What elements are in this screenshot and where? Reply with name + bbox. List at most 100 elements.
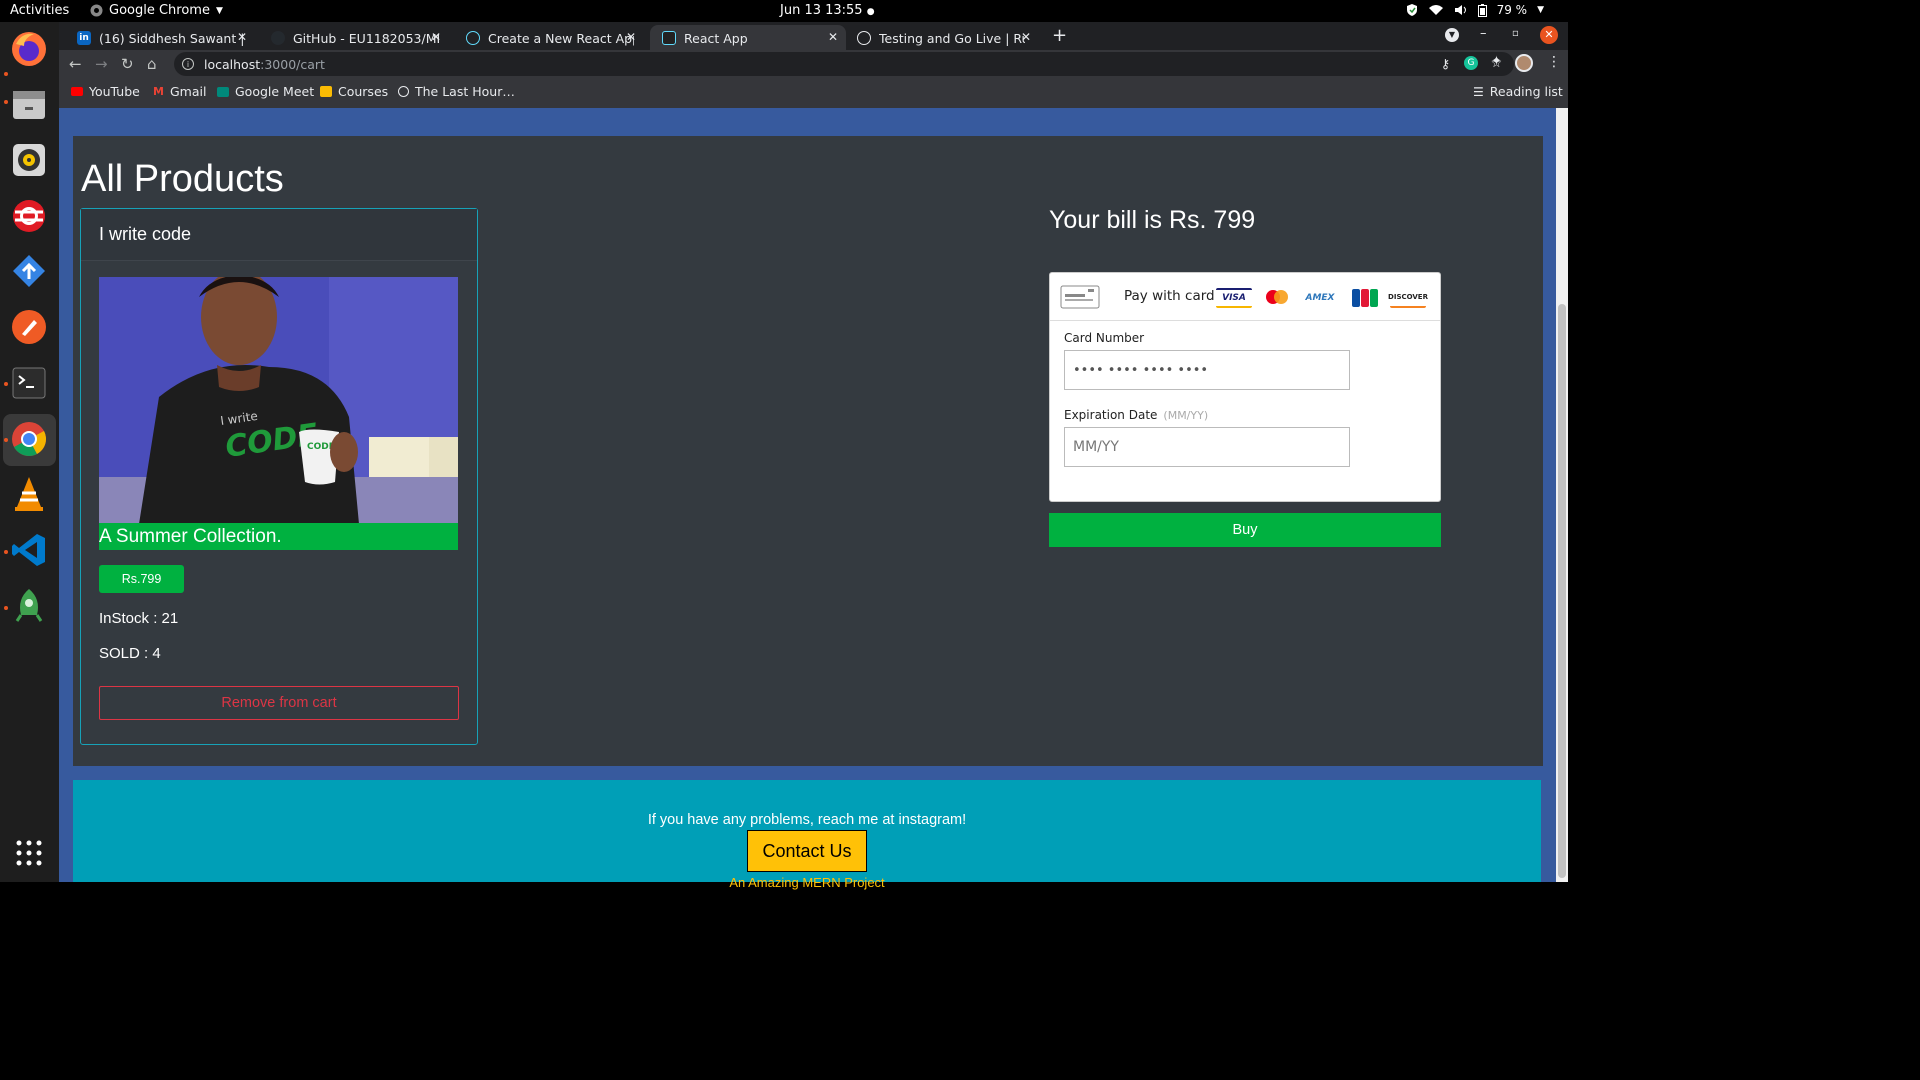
back-icon[interactable]: ← [69,55,82,73]
footer-message: If you have any problems, reach me at in… [647,812,967,828]
page-viewport: All Products I write code I write CODE C… [59,108,1556,890]
app-name: Google Chrome [109,3,210,18]
chevron-down-icon: ▼ [215,5,223,16]
key-icon[interactable]: ⚷ [1441,56,1450,71]
minimize-button[interactable]: – [1480,26,1487,41]
react-icon [662,31,676,45]
react-icon [466,31,480,45]
bookmark-last-hour[interactable]: The Last Hour… [398,84,515,99]
running-indicator [4,438,8,442]
expiry-input[interactable]: MM/YY [1064,427,1350,467]
card-number-input[interactable]: •••• •••• •••• •••• [1064,350,1350,390]
tab-strip: in (16) Siddhesh Sawant | Lin ✕ GitHub -… [59,22,1568,51]
vscode-icon[interactable] [10,531,48,569]
close-icon[interactable]: ✕ [828,30,838,44]
github-icon [271,31,285,45]
bookmark-google-meet[interactable]: Google Meet [217,84,314,99]
expiry-label: Expiration Date (MM/YY) [1064,408,1208,422]
maximize-button[interactable]: ▫ [1512,28,1519,39]
activities-button[interactable]: Activities [10,3,69,18]
tab-linkedin[interactable]: in (16) Siddhesh Sawant | Lin ✕ [65,25,255,51]
bookmark-youtube[interactable]: YouTube [71,84,140,99]
info-icon[interactable]: i [182,58,194,70]
extensions-icon[interactable]: ✦ [1491,54,1502,69]
chevron-down-icon: ▼ [1537,5,1544,15]
home-icon[interactable]: ⌂ [147,55,157,73]
tab-ruby[interactable]: Testing and Go Live | Ruby ✕ [845,25,1039,51]
system-tray[interactable]: 79 % ▼ [1406,3,1544,17]
rhythmbox-icon[interactable] [10,141,48,179]
youtube-icon [71,87,83,96]
reading-list[interactable]: ☰ Reading list [1473,84,1563,99]
grammarly-icon[interactable]: G [1464,56,1478,70]
mastercard-icon [1262,288,1292,308]
tab-create-react-app[interactable]: Create a New React App – ✕ [454,25,644,51]
forward-icon[interactable]: → [95,55,108,73]
product-image: I write CODE CODE [99,277,458,524]
robo3t-icon[interactable] [10,587,48,625]
shield-icon [1406,4,1417,16]
scrollbar-thumb[interactable] [1558,304,1566,878]
help-icon[interactable] [10,197,48,235]
tab-label: GitHub - EU1182053/MER [293,30,439,46]
product-caption: A Summer Collection. [99,523,458,550]
bookmark-gmail[interactable]: M Gmail [153,84,206,99]
address-bar[interactable]: i localhost:3000/cart ⚷ ⌕ ☆ [174,52,1514,76]
running-indicator [4,100,8,104]
menu-icon[interactable]: ⋮ [1547,54,1561,70]
scrollbar[interactable] [1556,108,1568,882]
jcb-icon [1352,288,1378,308]
tab-github[interactable]: GitHub - EU1182053/MER ✕ [259,25,449,51]
footer-subtitle: An Amazing MERN Project [729,875,885,890]
postman-icon[interactable] [10,308,48,346]
card-number-label: Card Number [1064,331,1145,345]
new-tab-button[interactable]: + [1052,25,1067,46]
linkedin-icon: in [77,31,91,45]
show-apps-icon[interactable] [10,834,48,872]
chrome-small-icon [90,4,103,17]
price-button[interactable]: Rs.799 [99,565,184,593]
close-icon[interactable]: ✕ [237,30,247,44]
product-card: I write code I write CODE CODE A Summer … [80,208,478,745]
buy-button[interactable]: Buy [1049,513,1441,547]
bookmark-label: The Last Hour… [415,84,515,99]
chrome-icon[interactable] [10,420,48,458]
terminal-icon[interactable] [10,364,48,402]
reading-list-icon: ☰ [1473,84,1484,99]
discover-icon: DISCOVER [1388,288,1428,308]
dock [0,22,59,882]
url-path: :3000/cart [260,56,325,72]
remove-from-cart-button[interactable]: Remove from cart [99,686,459,720]
amex-icon: AMEX [1305,293,1335,303]
clock[interactable]: Jun 13 13:55 ● [780,3,875,18]
reload-icon[interactable]: ↻ [121,55,134,73]
app-menu[interactable]: Google Chrome ▼ [90,3,223,18]
software-updater-icon[interactable] [10,252,48,290]
avatar[interactable] [1515,54,1533,72]
firefox-icon[interactable] [10,30,48,68]
running-indicator [4,550,8,554]
bookmarks-bar: YouTube M Gmail Google Meet Courses The … [59,78,1568,108]
tab-react-app[interactable]: React App ✕ [650,25,846,51]
window-close-button[interactable]: ✕ [1540,26,1558,44]
vlc-icon[interactable] [10,475,48,513]
battery-icon [1477,3,1487,17]
close-icon[interactable]: ✕ [626,30,636,44]
bookmark-courses[interactable]: Courses [320,84,388,99]
tab-search-icon[interactable]: ▼ [1445,28,1459,42]
close-icon[interactable]: ✕ [431,30,441,44]
files-icon[interactable] [10,86,48,124]
battery-level: 79 % [1496,3,1528,17]
expiry-label-text: Expiration Date [1064,408,1158,422]
cart-section: All Products I write code I write CODE C… [73,136,1543,766]
bookmark-label: Google Meet [235,84,315,99]
expiry-hint: (MM/YY) [1163,409,1209,422]
payment-header: Pay with card VISA AMEX DISCOVER [1050,273,1440,321]
url-host: localhost [204,56,261,72]
payment-form: Pay with card VISA AMEX DISCOVER Card Nu… [1049,272,1441,502]
close-icon[interactable]: ✕ [1021,30,1031,44]
bill-total: Your bill is Rs. 799 [1049,206,1256,234]
volume-icon [1454,5,1466,15]
tab-label: Create a New React App – [488,30,634,46]
contact-us-button[interactable]: Contact Us [747,830,867,872]
